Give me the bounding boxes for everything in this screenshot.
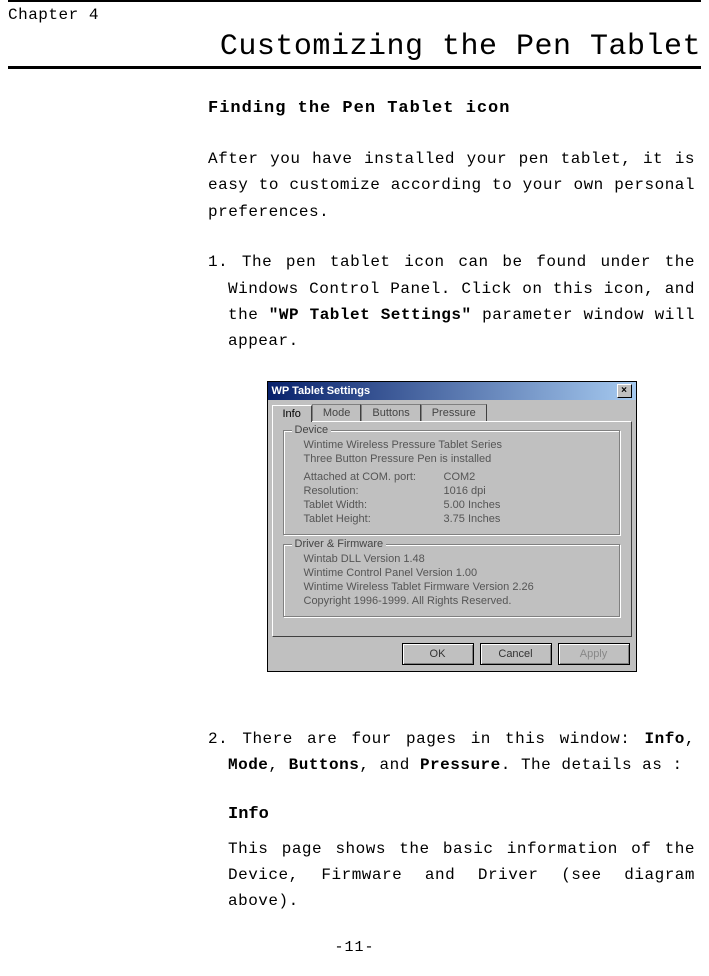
- dialog-titlebar: WP Tablet Settings ×: [268, 382, 636, 400]
- page-number: -11-: [8, 939, 701, 956]
- label-com-port: Attached at COM. port:: [304, 471, 444, 483]
- cancel-button[interactable]: Cancel: [480, 643, 552, 665]
- apply-button[interactable]: Apply: [558, 643, 630, 665]
- step-1: 1. The pen tablet icon can be found unde…: [208, 249, 695, 355]
- value-width: 5.00 Inches: [444, 499, 501, 511]
- dialog-screenshot: WP Tablet Settings × Info Mode Buttons P…: [208, 381, 695, 672]
- tab-mode[interactable]: Mode: [312, 404, 362, 421]
- info-paragraph: This page shows the basic information of…: [228, 836, 695, 915]
- step-2-sep1: ,: [685, 730, 695, 748]
- step-2-pressure: Pressure: [420, 756, 501, 774]
- label-height: Tablet Height:: [304, 513, 444, 525]
- step-2-pre: 2. There are four pages in this window:: [208, 730, 644, 748]
- dialog-title: WP Tablet Settings: [272, 385, 371, 397]
- tab-pressure[interactable]: Pressure: [421, 404, 487, 421]
- value-height: 3.75 Inches: [444, 513, 501, 525]
- ok-button[interactable]: OK: [402, 643, 474, 665]
- driver-group: Driver & Firmware Wintab DLL Version 1.4…: [283, 544, 621, 618]
- tab-info[interactable]: Info: [272, 405, 312, 422]
- driver-line-2: Wintime Control Panel Version 1.00: [304, 567, 610, 579]
- value-com-port: COM2: [444, 471, 476, 483]
- driver-line-4: Copyright 1996-1999. All Rights Reserved…: [304, 595, 610, 607]
- label-resolution: Resolution:: [304, 485, 444, 497]
- step-2-post: . The details as :: [501, 756, 683, 774]
- tab-panel-info: Device Wintime Wireless Pressure Tablet …: [272, 421, 632, 637]
- device-row-res: Resolution:1016 dpi: [304, 485, 610, 497]
- device-row-port: Attached at COM. port:COM2: [304, 471, 610, 483]
- value-resolution: 1016 dpi: [444, 485, 486, 497]
- dialog-tabs: Info Mode Buttons Pressure: [268, 400, 636, 421]
- label-width: Tablet Width:: [304, 499, 444, 511]
- device-line-2: Three Button Pressure Pen is installed: [304, 453, 610, 465]
- driver-line-1: Wintab DLL Version 1.48: [304, 553, 610, 565]
- device-row-height: Tablet Height:3.75 Inches: [304, 513, 610, 525]
- chapter-label: Chapter 4: [8, 6, 701, 24]
- heading-info: Info: [228, 805, 695, 824]
- step-1-bold: "WP Tablet Settings": [269, 306, 472, 324]
- dialog-button-row: OK Cancel Apply: [268, 643, 636, 671]
- close-icon[interactable]: ×: [617, 384, 632, 398]
- step-2-sep2: ,: [268, 756, 288, 774]
- device-row-width: Tablet Width:5.00 Inches: [304, 499, 610, 511]
- driver-legend: Driver & Firmware: [292, 538, 387, 550]
- step-2-buttons: Buttons: [289, 756, 360, 774]
- step-2-sep3: , and: [359, 756, 420, 774]
- heading-finding: Finding the Pen Tablet icon: [208, 99, 695, 118]
- step-2-mode: Mode: [228, 756, 268, 774]
- step-2: 2. There are four pages in this window: …: [208, 726, 695, 779]
- device-legend: Device: [292, 424, 332, 436]
- wp-tablet-settings-dialog: WP Tablet Settings × Info Mode Buttons P…: [267, 381, 637, 672]
- step-2-info: Info: [644, 730, 684, 748]
- device-line-1: Wintime Wireless Pressure Tablet Series: [304, 439, 610, 451]
- tab-buttons[interactable]: Buttons: [361, 404, 420, 421]
- driver-line-3: Wintime Wireless Tablet Firmware Version…: [304, 581, 610, 593]
- device-group: Device Wintime Wireless Pressure Tablet …: [283, 430, 621, 536]
- chapter-title: Customizing the Pen Tablet: [8, 30, 701, 69]
- intro-paragraph: After you have installed your pen tablet…: [208, 146, 695, 225]
